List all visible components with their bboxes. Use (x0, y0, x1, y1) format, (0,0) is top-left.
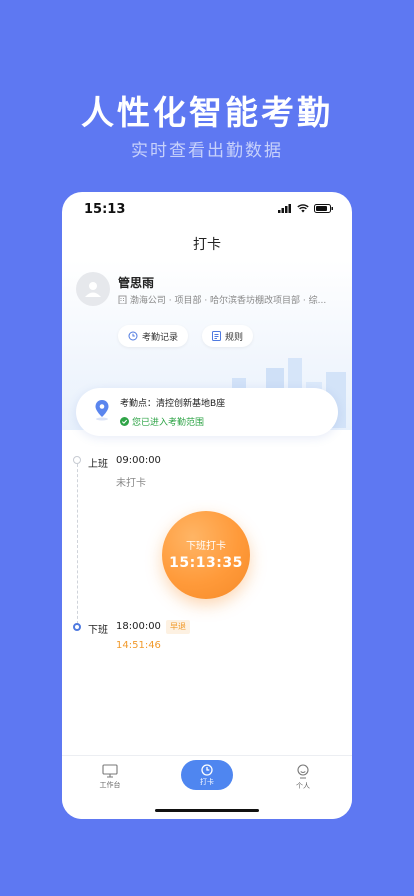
location-status: 您已进入考勤范围 (120, 415, 204, 428)
timeline-dot-start (73, 456, 81, 464)
tab-personal-label: 个人 (296, 782, 310, 790)
timeline-line (77, 464, 78, 624)
home-indicator (155, 809, 259, 812)
check-circle-icon (120, 417, 129, 426)
clock-icon (201, 764, 213, 776)
clock-out-time: 15:13:35 (169, 555, 243, 571)
attendance-records-label: 考勤记录 (142, 332, 179, 343)
page-title: 打卡 (193, 237, 221, 253)
status-bar: 15:13 (62, 192, 352, 226)
hero-title: 人性化智能考勤 (81, 93, 333, 132)
tab-workbench[interactable]: 工作台 (80, 764, 140, 790)
battery-icon (314, 204, 333, 213)
attendance-records-button[interactable]: 考勤记录 (118, 325, 189, 347)
hero-subtitle: 实时查看出勤数据 (131, 141, 283, 161)
status-time: 15:13 (84, 202, 126, 217)
user-organization: 渤海公司 · 项目部 · 哈尔滨香坊棚改项目部 · 综... (118, 293, 338, 306)
end-shift-time: 18:00:00 (116, 621, 161, 632)
location-pin-icon (95, 400, 109, 421)
clock-out-label: 下班打卡 (186, 541, 226, 552)
person-icon (297, 764, 309, 779)
end-shift-punched-time: 14:51:46 (116, 640, 161, 651)
end-shift-label: 下班 (88, 625, 108, 636)
location-name: 考勤点：清控创新基地B座 (120, 399, 226, 409)
status-icons (278, 204, 334, 213)
tab-personal[interactable]: 个人 (273, 764, 333, 791)
start-shift-time: 09:00:00 (116, 455, 161, 466)
building-icon (118, 295, 127, 305)
signal-icon (278, 204, 291, 213)
tab-clock-in-label: 打卡 (200, 778, 214, 786)
tab-workbench-label: 工作台 (99, 781, 121, 789)
tab-clock-in[interactable]: 打卡 (181, 760, 233, 790)
clock-out-button[interactable]: 下班打卡 15:13:35 (162, 511, 250, 599)
start-shift-label: 上班 (88, 459, 108, 470)
location-status-text: 您已进入考勤范围 (132, 418, 205, 428)
rules-label: 规则 (225, 332, 244, 343)
phone-screen: 15:13 打卡 管思雨 渤海公司 · 项目部 · 哈尔滨香坊棚改项目部 · 综… (62, 192, 352, 819)
avatar[interactable] (76, 272, 110, 306)
start-shift-status: 未打卡 (116, 478, 146, 489)
monitor-icon (102, 764, 118, 778)
early-leave-badge: 早退 (166, 620, 190, 634)
rules-button[interactable]: 规则 (202, 325, 254, 347)
user-org-text: 渤海公司 · 项目部 · 哈尔滨香坊棚改项目部 · 综... (129, 296, 327, 306)
location-card: 考勤点：清控创新基地B座 您已进入考勤范围 (76, 388, 338, 436)
clock-icon (128, 331, 138, 341)
timeline-dot-end (73, 623, 81, 631)
user-avatar-icon (85, 282, 101, 297)
document-icon (212, 331, 221, 341)
user-name: 管思雨 (118, 276, 155, 290)
wifi-icon (297, 204, 309, 213)
